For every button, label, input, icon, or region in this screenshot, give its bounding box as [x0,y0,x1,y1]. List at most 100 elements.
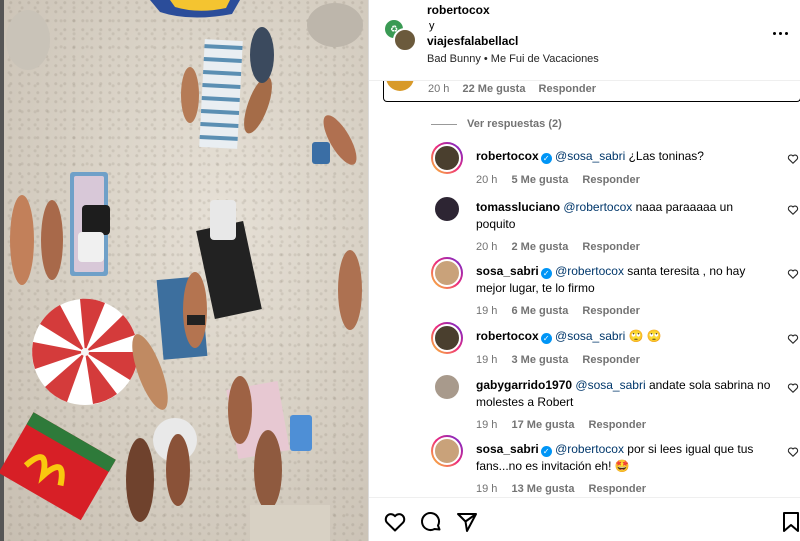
comment-time: 19 h [476,419,498,431]
comment-meta: 19 h 17 Me gusta Responder [476,419,657,431]
comment-meta: 20 h 2 Me gusta Responder [476,241,651,253]
comment-time: 20 h [428,83,450,95]
avatar-robertocox[interactable] [393,28,417,52]
comment-time: 20 h [476,241,498,253]
comment-mention[interactable]: @sosa_sabri [575,378,645,392]
comment-body-line2: molestes a Robert [476,395,574,409]
comment-likes[interactable]: 13 Me gusta [511,483,574,495]
username-robertocox[interactable]: robertocox [427,3,490,17]
comment-text: robertocox ✓ @sosa_sabri 🙄 🙄 [476,328,776,345]
previous-comment-avatar[interactable] [386,81,414,91]
previous-comment-highlight: 20 h 22 Me gusta Responder [383,81,800,102]
comment-like-heart-icon[interactable] [787,381,799,393]
comment-username[interactable]: sosa_sabri [476,442,539,456]
comment-text: tomassluciano @robertocox naaa paraaaaa … [476,199,776,233]
comment-mention[interactable]: @sosa_sabri [555,149,625,163]
comment-text: sosa_sabri ✓ @robertocox santa teresita ,… [476,263,776,297]
comment-like-heart-icon[interactable] [787,267,799,279]
comment-mention[interactable]: @robertocox [563,200,632,214]
view-replies-button[interactable]: Ver respuestas (2) [431,118,562,130]
verified-badge-icon: ✓ [540,333,552,344]
comment-avatar[interactable] [431,371,463,403]
comment-time: 19 h [476,483,498,495]
comment-username[interactable]: robertocox [476,149,539,163]
comment-meta: 19 h 6 Me gusta Responder [476,305,651,317]
verified-badge-icon: ✓ [540,153,552,164]
comment-avatar-image [433,373,461,401]
reply-button[interactable]: Responder [589,419,646,431]
save-bookmark-icon[interactable] [779,510,800,534]
reply-button[interactable]: Responder [582,174,639,186]
comment-avatar-image [433,437,461,465]
reply-button[interactable]: Responder [582,241,639,253]
comment-meta: 20 h 5 Me gusta Responder [476,174,651,186]
previous-comment-meta: 20 h 22 Me gusta Responder [428,83,596,95]
comment-body: por si lees igual que tus [623,442,754,456]
comment-mention[interactable]: @sosa_sabri [555,329,625,343]
comment-body: andate sola sabrina no [645,378,771,392]
verified-badge-icon: ✓ [540,446,552,457]
beach-scene-illustration [0,0,363,541]
share-paper-plane-icon[interactable] [455,510,479,534]
divider-line [431,123,457,125]
comment-like-heart-icon[interactable] [787,152,799,164]
post-header: ♻ robertocox y viajesfalabellacl Bad Bun… [369,0,800,80]
comment-username[interactable]: robertocox [476,329,539,343]
comments-panel: ♻ robertocox y viajesfalabellacl Bad Bun… [368,0,800,541]
music-label[interactable]: Bad Bunny • Me Fui de Vacaciones [427,53,599,65]
comment-avatar-image [433,259,461,287]
comment-likes[interactable]: 22 Me gusta [462,83,525,95]
reply-button[interactable]: Responder [539,83,596,95]
collab-avatars[interactable]: ♻ [383,18,417,52]
comment-mention[interactable]: @robertocox [555,442,624,456]
and-connector: y [429,20,435,32]
comments-list[interactable]: 20 h 22 Me gusta Responder Ver respuesta… [369,80,800,497]
comment-like-heart-icon[interactable] [787,203,799,215]
comment-username[interactable]: sosa_sabri [476,264,539,278]
comment-avatar[interactable] [431,142,463,174]
comment-likes[interactable]: 17 Me gusta [511,419,574,431]
comment-likes[interactable]: 2 Me gusta [511,241,568,253]
comment-body: 🙄 🙄 [625,329,662,343]
comment-like-heart-icon[interactable] [787,332,799,344]
comment-time: 19 h [476,305,498,317]
comment-text: sosa_sabri ✓ @robertocox por si lees igua… [476,441,776,475]
comment-body: ¿Las toninas? [625,149,704,163]
like-heart-icon[interactable] [383,510,407,534]
comment-avatar-image [433,324,461,352]
reply-button[interactable]: Responder [582,305,639,317]
comment-time: 19 h [476,354,498,366]
comment-like-heart-icon[interactable] [787,445,799,457]
comment-likes[interactable]: 5 Me gusta [511,174,568,186]
view-replies-label: Ver respuestas (2) [467,118,562,130]
reply-button[interactable]: Responder [582,354,639,366]
comment-avatar-image [433,144,461,172]
comment-likes[interactable]: 3 Me gusta [511,354,568,366]
comment-meta: 19 h 13 Me gusta Responder [476,483,657,495]
comment-avatar-image [433,195,461,223]
comment-meta: 19 h 3 Me gusta Responder [476,354,651,366]
comment-avatar[interactable] [431,193,463,225]
comment-body: santa teresita , no hay [623,264,746,278]
reply-button[interactable]: Responder [589,483,646,495]
comment-mention[interactable]: @robertocox [555,264,624,278]
comment-avatar[interactable] [431,435,463,467]
verified-badge-icon: ✓ [540,268,552,279]
comment-avatar[interactable] [431,257,463,289]
comment-avatar[interactable] [431,322,463,354]
comment-body-line2: fans...no es invitación eh! 🤩 [476,459,630,473]
comment-body: naaa paraaaaa un [632,200,734,214]
comment-username[interactable]: tomassluciano [476,200,560,214]
comment-body-line2: mejor lugar, te lo firmo [476,281,595,295]
comment-text: robertocox ✓ @sosa_sabri ¿Las toninas? [476,148,776,165]
comment-text: gabygarrido1970 @sosa_sabri andate sola … [476,377,776,411]
post-photo[interactable] [0,0,368,541]
username-viajesfalabellacl[interactable]: viajesfalabellacl [427,34,518,48]
more-options-icon[interactable] [773,26,793,40]
comment-username[interactable]: gabygarrido1970 [476,378,572,392]
comment-bubble-icon[interactable] [419,510,443,534]
comment-likes[interactable]: 6 Me gusta [511,305,568,317]
action-bar [369,497,800,541]
comment-time: 20 h [476,174,498,186]
comment-body-line2: poquito [476,217,516,231]
